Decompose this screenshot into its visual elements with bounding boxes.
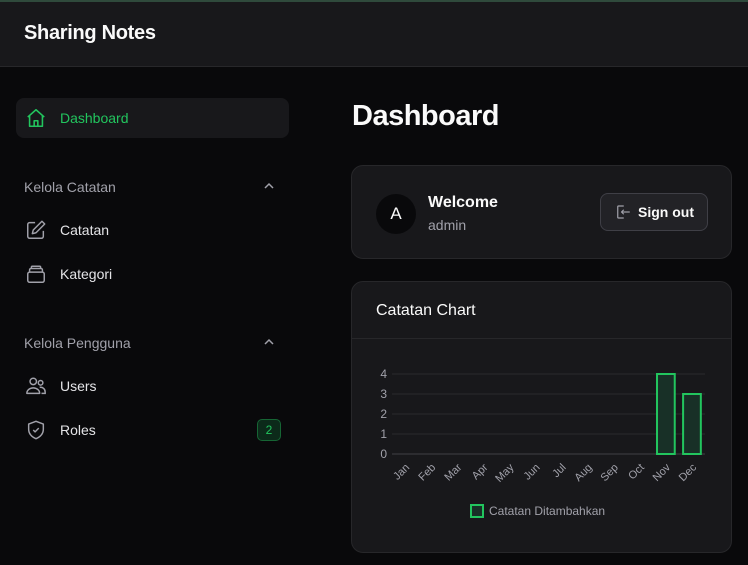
sidebar-item-dashboard[interactable]: Dashboard: [16, 98, 289, 138]
x-tick-label: Sep: [599, 462, 621, 484]
x-tick-label: Feb: [416, 462, 438, 484]
welcome-card: A Welcome admin Sign out: [351, 165, 732, 259]
bar: [656, 373, 676, 455]
y-tick-label: 2: [380, 407, 387, 421]
chart-legend[interactable]: Catatan Ditambahkan: [470, 504, 605, 518]
users-icon: [24, 374, 48, 398]
shield-check-icon: [24, 418, 48, 442]
legend-swatch: [470, 504, 484, 518]
app-title: Sharing Notes: [24, 22, 156, 44]
archive-icon: [24, 262, 48, 286]
page-title: Dashboard: [352, 100, 499, 132]
chart-title: Catatan Chart: [376, 302, 476, 319]
avatar: A: [376, 194, 416, 234]
home-icon: [24, 106, 48, 130]
sidebar-item-users[interactable]: Users: [16, 366, 289, 406]
sidebar-item-label: Users: [60, 378, 97, 394]
x-tick-label: Mar: [442, 461, 464, 483]
sidebar-item-roles[interactable]: Roles 2: [16, 410, 289, 450]
sidebar-item-label: Roles: [60, 422, 96, 438]
sign-out-label: Sign out: [638, 204, 694, 220]
sidebar: Dashboard Kelola Catatan Catatan Kategor…: [0, 67, 305, 565]
x-tick-label: May: [493, 461, 517, 485]
legend-label: Catatan Ditambahkan: [489, 504, 606, 518]
sidebar-item-label: Catatan: [60, 222, 110, 238]
sign-out-icon: [617, 205, 630, 219]
sidebar-item-kategori[interactable]: Kategori: [16, 254, 289, 294]
welcome-username: admin: [428, 217, 467, 233]
group-title-kelola-catatan: Kelola Catatan: [24, 179, 116, 195]
chevron-up-icon[interactable]: [262, 335, 276, 349]
sidebar-item-label: Dashboard: [60, 110, 129, 126]
sign-out-button[interactable]: Sign out: [600, 193, 708, 231]
y-tick-label: 3: [380, 387, 387, 401]
x-tick-label: Dec: [677, 461, 700, 484]
roles-count-badge: 2: [257, 419, 281, 441]
bar-chart: 0 1 2 3 4 Jan Feb Mar Apr May Jun Jul Aug Sep Oct Nov De…: [380, 367, 705, 485]
chevron-up-icon[interactable]: [262, 179, 276, 193]
y-tick-label: 0: [380, 447, 387, 461]
x-tick-label: Apr: [470, 461, 491, 482]
sidebar-item-catatan[interactable]: Catatan: [16, 210, 289, 250]
chart-card-header: Catatan Chart: [352, 282, 731, 339]
welcome-title: Welcome: [428, 194, 498, 211]
edit-icon: [24, 218, 48, 242]
x-tick-label: Nov: [651, 461, 674, 484]
x-tick-label: Jun: [522, 462, 543, 483]
chart-card: Catatan Chart 0 1 2 3 4 Jan Feb Mar Apr May Jun Jul…: [351, 281, 732, 553]
y-tick-label: 1: [380, 427, 387, 441]
x-tick-label: Oct: [626, 462, 647, 483]
sidebar-item-label: Kategori: [60, 266, 113, 282]
y-tick-label: 4: [380, 367, 387, 381]
x-tick-label: Jan: [391, 462, 412, 483]
app-header: Sharing Notes: [0, 2, 748, 67]
x-tick-label: Jul: [550, 462, 568, 480]
x-tick-label: Aug: [572, 462, 594, 484]
group-title-kelola-pengguna: Kelola Pengguna: [24, 335, 131, 351]
bar: [682, 393, 702, 455]
